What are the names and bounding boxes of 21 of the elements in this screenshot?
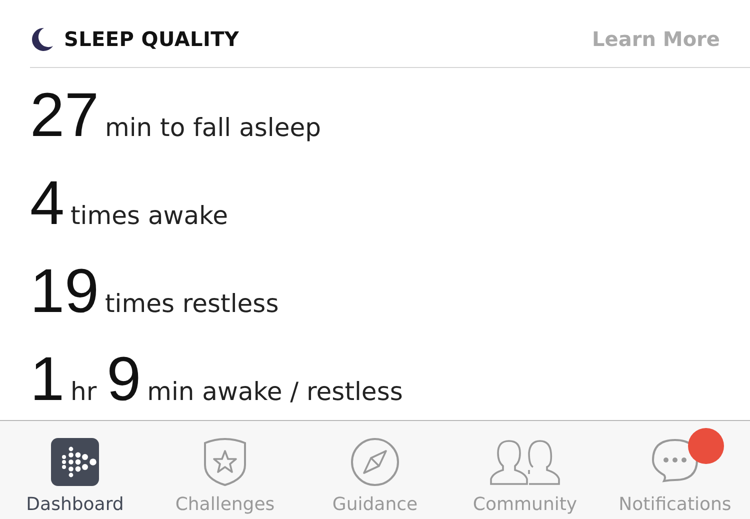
tab[interactable]: Guidance [300, 421, 450, 519]
stat-value: 1 [30, 344, 64, 416]
stat-value: 27 [30, 80, 99, 152]
stat-unit: hr [70, 377, 97, 406]
stat-value: 4 [30, 168, 64, 240]
stat-unit: times awake [70, 201, 228, 230]
stat-unit: min to fall asleep [104, 113, 321, 142]
tab[interactable]: Community [450, 421, 600, 519]
stat-unit: times restless [104, 289, 279, 318]
compass-icon [350, 437, 400, 487]
section-title: SLEEP QUALITY [64, 26, 240, 50]
tab[interactable]: Challenges [150, 421, 300, 519]
dots-logo-icon [51, 438, 99, 486]
moon-icon [30, 26, 54, 50]
stat-value: 9 [106, 344, 142, 416]
tab[interactable]: Dashboard [0, 421, 150, 519]
people-icon [489, 437, 561, 487]
stat-unit: min awake / restless [147, 377, 403, 406]
tab[interactable]: Notifications [600, 421, 750, 519]
learn-more-link[interactable]: Learn More [592, 26, 720, 50]
stat-value: 19 [30, 256, 99, 328]
